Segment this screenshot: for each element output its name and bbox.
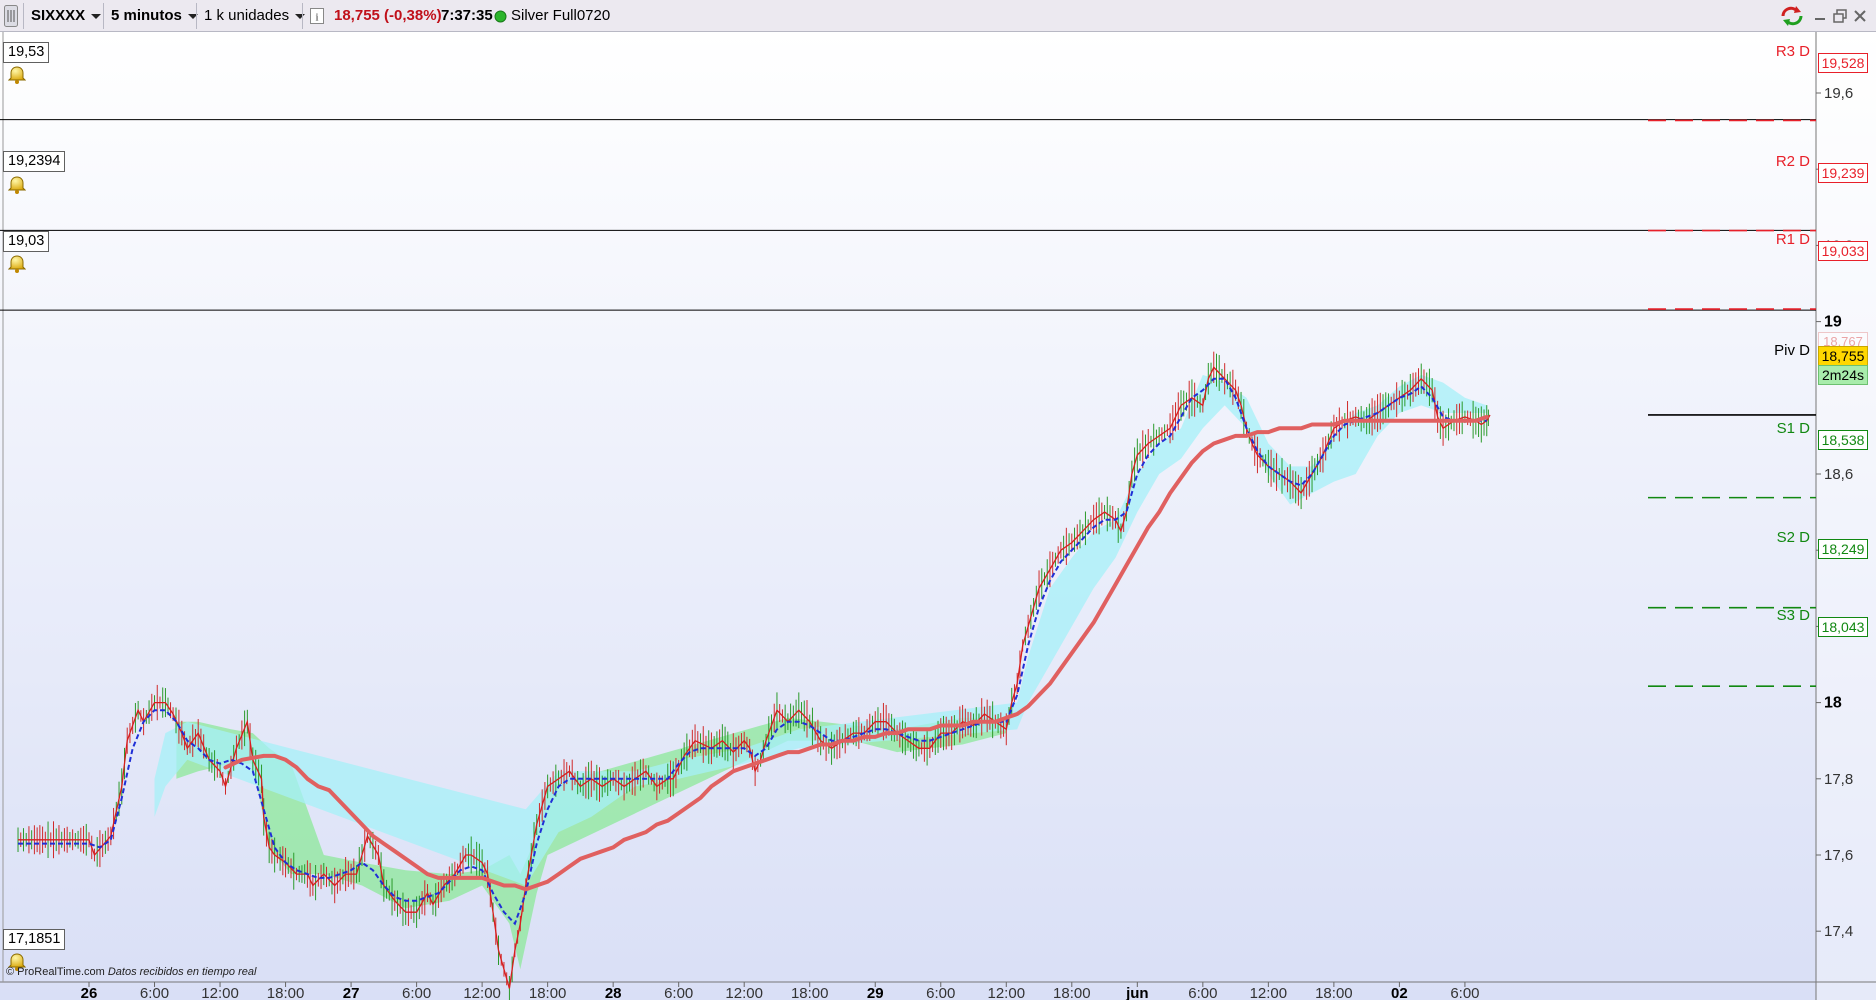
chevron-down-icon	[295, 13, 306, 19]
clock-time: 7:37:35	[441, 7, 493, 24]
alert-level-label[interactable]: 19,2394	[3, 151, 66, 172]
time-axis-tick-label: 6:00	[1188, 985, 1217, 1000]
pivot-value-r2: 19,239	[1818, 163, 1868, 183]
current-price-box: 18,755	[1818, 346, 1868, 366]
alert-level-label[interactable]: 19,53	[3, 42, 50, 63]
info-icon: i	[310, 8, 324, 25]
time-axis-tick-label: 26	[81, 985, 98, 1000]
time-axis-tick-label: 12:00	[988, 985, 1026, 1000]
sync-icon[interactable]	[1779, 0, 1805, 32]
time-axis-tick-label: 6:00	[926, 985, 955, 1000]
pivot-value-s2: 18,249	[1818, 539, 1868, 559]
bar-countdown: 2m24s	[1818, 365, 1868, 385]
price-change: 18,755 (-0,38%)	[334, 7, 442, 24]
pivot-value-r1: 19,033	[1818, 241, 1868, 261]
price-axis-tick-label: 18,6	[1824, 466, 1853, 483]
bell-icon[interactable]	[7, 255, 27, 273]
time-axis-tick-label: 27	[343, 985, 360, 1000]
pivot-label-r3: R3 D	[1775, 42, 1810, 60]
units-selector[interactable]: 1 k unidades	[204, 0, 306, 32]
price-axis-tick-label: 17,6	[1824, 847, 1853, 864]
close-icon[interactable]	[1853, 0, 1867, 32]
pivot-value-s1: 18,538	[1818, 430, 1868, 450]
time-axis-tick-label: jun	[1125, 985, 1149, 1000]
price-axis-tick-label: 19	[1824, 314, 1842, 331]
time-axis-tick-label: 28	[605, 985, 622, 1000]
footer-status: © ProRealTime.com Datos recibidos en tie…	[6, 966, 256, 978]
pivot-label-r2: R2 D	[1775, 152, 1810, 170]
restore-icon[interactable]	[1833, 0, 1847, 32]
time-axis-tick-label: 18:00	[529, 985, 567, 1000]
pivot-value-r3: 19,528	[1818, 53, 1868, 73]
time-axis-tick-label: 18:00	[791, 985, 829, 1000]
time-axis-tick-label: 18:00	[1053, 985, 1091, 1000]
time-axis-tick-label: 18:00	[1315, 985, 1353, 1000]
price-axis-tick-label: 18	[1824, 695, 1842, 712]
time-axis-tick-label: 12:00	[1250, 985, 1288, 1000]
pivot-label-s1: S1 D	[1776, 419, 1810, 437]
alert-level-label[interactable]: 17,1851	[3, 929, 66, 950]
alert-level-label[interactable]: 19,03	[3, 231, 50, 252]
connection-status-icon	[494, 0, 507, 32]
time-axis-tick-label: 6:00	[664, 985, 693, 1000]
time-axis-tick-label: 12:00	[463, 985, 501, 1000]
bell-icon[interactable]	[7, 66, 27, 84]
time-axis-tick-label: 6:00	[402, 985, 431, 1000]
svg-text:i: i	[315, 12, 318, 24]
pivot-value-s3: 18,043	[1818, 617, 1868, 637]
time-axis-tick-label: 02	[1391, 985, 1408, 1000]
pivot-label-s3: S3 D	[1776, 606, 1810, 624]
minimize-icon[interactable]	[1813, 0, 1827, 32]
info-button[interactable]: i	[310, 0, 324, 32]
time-axis-tick-label: 6:00	[140, 985, 169, 1000]
symbol-label: SIXXXX	[31, 7, 86, 24]
account-status: Silver Full0720	[511, 7, 611, 24]
pivot-label-piv: Piv D	[1774, 341, 1810, 359]
bell-icon[interactable]	[7, 176, 27, 194]
chart-toolbar: SIXXXX 5 minutos 1 k unidades i 18,755 (…	[0, 0, 1876, 32]
symbol-selector[interactable]: SIXXXX	[31, 0, 102, 32]
time-axis-tick-label: 18:00	[267, 985, 305, 1000]
time-axis-tick-label: 6:00	[1450, 985, 1479, 1000]
price-chart[interactable]: 19,619,419,21918,618,418,21817,817,617,4…	[0, 32, 1876, 1000]
copyright-text: © ProRealTime.com	[6, 966, 105, 978]
pivot-label-s2: S2 D	[1776, 528, 1810, 546]
time-axis-tick-label: 12:00	[725, 985, 763, 1000]
chevron-down-icon	[91, 13, 102, 19]
timeframe-selector[interactable]: 5 minutos	[111, 0, 198, 32]
price-axis-tick-label: 17,4	[1824, 923, 1853, 940]
timeframe-label: 5 minutos	[111, 7, 182, 24]
price-axis-tick-label: 17,8	[1824, 771, 1853, 788]
time-axis-tick-label: 29	[867, 985, 884, 1000]
chart-canvas[interactable]: 19,619,419,21918,618,418,21817,817,617,4…	[0, 32, 1876, 1000]
price-axis-tick-label: 19,6	[1824, 85, 1853, 102]
pivot-label-r1: R1 D	[1775, 230, 1810, 248]
units-label: 1 k unidades	[204, 7, 290, 24]
chart-menu-grip-icon[interactable]	[4, 0, 18, 32]
data-status-text: Datos recibidos en tiempo real	[107, 966, 257, 978]
time-axis-tick-label: 12:00	[201, 985, 239, 1000]
